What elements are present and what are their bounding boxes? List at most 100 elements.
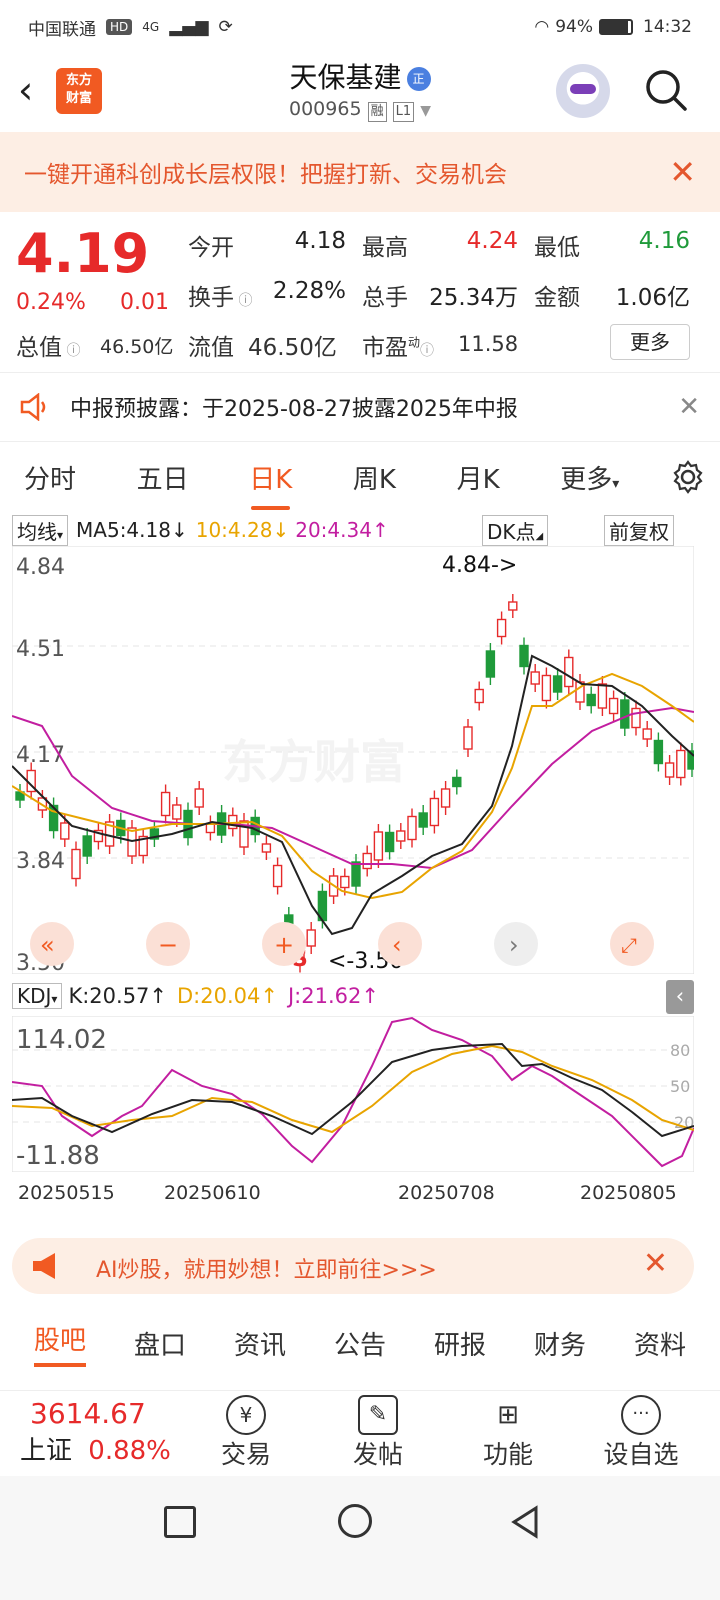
stock-code-row[interactable]: 000965 融 L1 ▼ xyxy=(0,98,720,122)
functions-label: 功能 xyxy=(482,1440,533,1469)
open-value: 4.18 xyxy=(294,228,346,254)
quote-panel: 4.19 0.24% 0.01 今开 4.18 最高 4.24 最低 4.16 … xyxy=(0,212,720,372)
wifi-icon: ◠ xyxy=(534,17,550,37)
tab-monthly-k[interactable]: 月K xyxy=(447,459,510,496)
tab-news[interactable]: 资讯 xyxy=(234,1325,286,1362)
max-price-label: 4.84-> xyxy=(442,553,517,578)
functions-button[interactable]: ⊞ 功能 xyxy=(476,1395,540,1471)
tab-five-day[interactable]: 五日 xyxy=(127,459,199,496)
megaphone-icon xyxy=(33,1253,55,1279)
collapse-panel-button[interactable]: ‹ xyxy=(666,980,694,1014)
more-dots-icon: ··· xyxy=(621,1395,661,1435)
watermark: 东方财富 xyxy=(222,735,406,789)
plus-icon: + xyxy=(274,931,294,959)
index-ticker[interactable]: 3614.67 上证 0.88% xyxy=(20,1397,190,1467)
close-icon[interactable]: ✕ xyxy=(678,392,700,422)
ma-legend-bar: 均线▾ MA5:4.18↓ 10:4.28↓ 20:4.34↑ DK点◢ 前复权 xyxy=(0,512,720,548)
float-cap-value: 46.50亿 xyxy=(248,335,337,361)
post-label: 发帖 xyxy=(352,1440,403,1469)
tab-announcements[interactable]: 公告 xyxy=(334,1325,386,1362)
turnover-value: 2.28% xyxy=(272,278,346,304)
back-nav-button[interactable] xyxy=(508,1504,542,1540)
candle-body xyxy=(676,749,686,779)
kdj-chart[interactable]: 114.02 -11.88 80 50 20 xyxy=(12,1016,694,1172)
kdj-j-line xyxy=(12,1016,694,1168)
candle-body xyxy=(160,791,171,817)
indicator-selector[interactable]: KDJ▾ xyxy=(12,983,63,1009)
close-icon[interactable]: ✕ xyxy=(669,153,696,191)
volume-label: 总手 xyxy=(362,285,408,311)
tab-forum[interactable]: 股吧 xyxy=(33,1320,86,1367)
pe-label: 市盈动ⓘ xyxy=(362,335,435,361)
robot-assistant-icon[interactable] xyxy=(556,64,610,118)
promo-banner[interactable]: 一键开通科创成长层权限！把握打新、交易机会 ✕ xyxy=(0,132,720,212)
candle-body xyxy=(306,929,316,947)
tab-profile[interactable]: 资料 xyxy=(634,1325,686,1362)
gear-icon[interactable] xyxy=(670,459,706,495)
kdj-top-label: 114.02 xyxy=(16,1025,107,1055)
kdj-k-value: K:20.57↑ xyxy=(68,984,168,1008)
candle-body xyxy=(496,618,507,638)
battery-icon xyxy=(599,19,633,35)
candle-body xyxy=(418,812,428,828)
stock-code: 000965 xyxy=(289,98,362,120)
status-bar: 中国联通 HD 4G ▂▄▆ ⟳ ◠ 94% 14:32 xyxy=(0,0,720,54)
ma-selector[interactable]: 均线▾ xyxy=(12,514,69,546)
candle-body xyxy=(508,601,518,611)
low-label: 最低 xyxy=(534,235,580,261)
candle-body xyxy=(608,697,619,715)
search-icon[interactable] xyxy=(644,68,688,112)
network-label: 4G xyxy=(142,20,160,34)
change-value: 0.01 xyxy=(120,290,169,315)
notice-bar[interactable]: 中报预披露：于2025-08-27披露2025年中报 ✕ xyxy=(0,372,720,442)
tab-order-book[interactable]: 盘口 xyxy=(134,1325,186,1362)
yen-icon: ¥ xyxy=(226,1395,266,1435)
sync-icon: ⟳ xyxy=(218,17,233,37)
add-watchlist-button[interactable]: ··· 设自选 xyxy=(596,1395,686,1471)
y-tick-4: 3.84 xyxy=(16,849,65,874)
tab-financials[interactable]: 财务 xyxy=(534,1325,586,1362)
recents-button[interactable] xyxy=(164,1506,196,1538)
candle-body xyxy=(485,650,496,678)
content-tabs: 股吧 盘口 资讯 公告 研报 财务 资料 xyxy=(0,1312,720,1374)
date-tick-4: 20250805 xyxy=(580,1182,677,1204)
candle-body xyxy=(653,739,664,765)
kdj-d-line xyxy=(12,1044,694,1134)
pe-value: 11.58 xyxy=(458,332,519,356)
dk-point-button[interactable]: DK点◢ xyxy=(482,514,549,546)
trade-button[interactable]: ¥ 交易 xyxy=(214,1395,278,1471)
speaker-icon xyxy=(20,393,46,421)
y-tick-max: 4.84 xyxy=(16,555,65,580)
candle-body xyxy=(384,831,395,853)
candle-body xyxy=(664,762,675,778)
dropdown-icon: ▼ xyxy=(420,103,431,119)
date-axis: 20250515 20250610 20250708 20250805 xyxy=(12,1180,694,1210)
period-tabs: 分时 五日 日K 周K 月K 更多▾ xyxy=(0,442,720,512)
candle-body xyxy=(452,776,462,788)
amount-value: 1.06亿 xyxy=(615,285,690,311)
adjust-button[interactable]: 前复权 xyxy=(604,514,674,546)
tab-daily-k[interactable]: 日K xyxy=(239,459,302,510)
tab-research[interactable]: 研报 xyxy=(434,1325,486,1362)
k-line-chart[interactable]: 东方财富 4.84 4.51 4.17 3.84 3.50 4.84-> <-3… xyxy=(12,546,694,974)
level-badge: L1 xyxy=(392,102,415,122)
kdj-bottom-label: -11.88 xyxy=(16,1141,100,1171)
close-icon[interactable]: ✕ xyxy=(643,1246,668,1281)
candle-body xyxy=(586,693,596,707)
ai-promo-text: AI炒股，就用妙想！立即前往>>> xyxy=(96,1258,437,1283)
ai-promo-bar[interactable]: AI炒股，就用妙想！立即前往>>> ✕ xyxy=(12,1238,694,1294)
kdj-legend-bar: KDJ▾ K:20.57↑ D:20.04↑ J:21.62↑ ‹ xyxy=(12,980,694,1014)
candle-body xyxy=(530,671,540,685)
tab-intraday[interactable]: 分时 xyxy=(14,459,86,496)
candle-body xyxy=(396,830,406,842)
kdj-level-50: 50 xyxy=(670,1077,690,1096)
ma10-value: 10:4.28↓ xyxy=(195,518,290,542)
post-button[interactable]: ✎ 发帖 xyxy=(346,1395,410,1471)
home-button[interactable] xyxy=(338,1504,372,1538)
kdj-j-value: J:21.62↑ xyxy=(287,984,379,1008)
tab-weekly-k[interactable]: 周K xyxy=(343,459,406,496)
candle-body xyxy=(541,674,552,702)
low-value: 4.16 xyxy=(638,228,690,254)
more-button[interactable]: 更多 xyxy=(610,324,690,360)
tab-more[interactable]: 更多▾ xyxy=(550,459,629,496)
